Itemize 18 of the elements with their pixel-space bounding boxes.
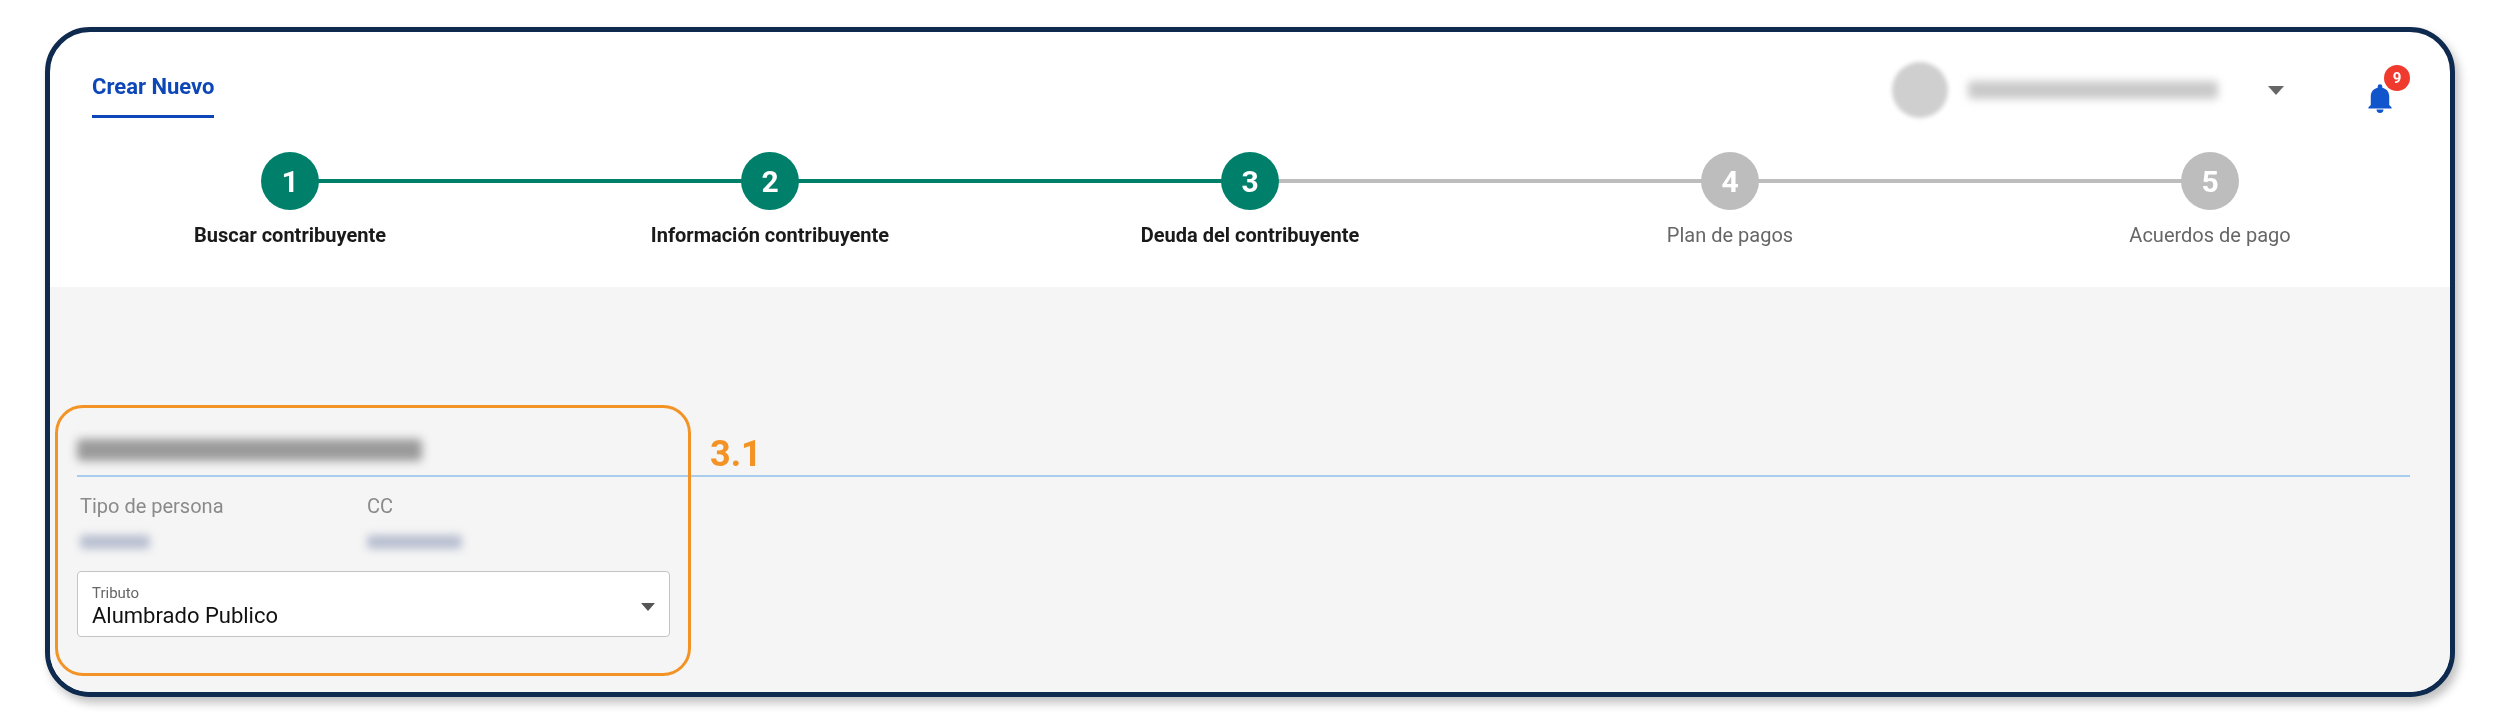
step-label: Información contribuyente <box>650 222 890 249</box>
select-value: Alumbrado Publico <box>92 601 278 630</box>
notification-button[interactable]: 9 <box>2362 65 2410 115</box>
bell-icon <box>2366 83 2394 113</box>
field-label: CC <box>367 493 395 520</box>
step-label: Buscar contribuyente <box>194 222 386 249</box>
dropdown-caret-icon <box>641 602 655 611</box>
step-label: Deuda del contribuyente <box>1140 222 1360 249</box>
step-label: Acuerdos de pago <box>2129 222 2291 249</box>
field-label: Tipo de persona <box>80 493 225 520</box>
notification-badge: 9 <box>2384 65 2410 91</box>
annotation-label: 3.1 <box>710 432 762 477</box>
caret-icon[interactable] <box>2268 85 2284 95</box>
tributo-select[interactable]: Tributo Alumbrado Publico <box>77 571 670 637</box>
step-label: Plan de pagos <box>1666 222 1794 249</box>
blurred-text <box>80 535 150 549</box>
select-label: Tributo <box>92 583 141 602</box>
tab[interactable]: Crear Nuevo <box>92 70 215 118</box>
